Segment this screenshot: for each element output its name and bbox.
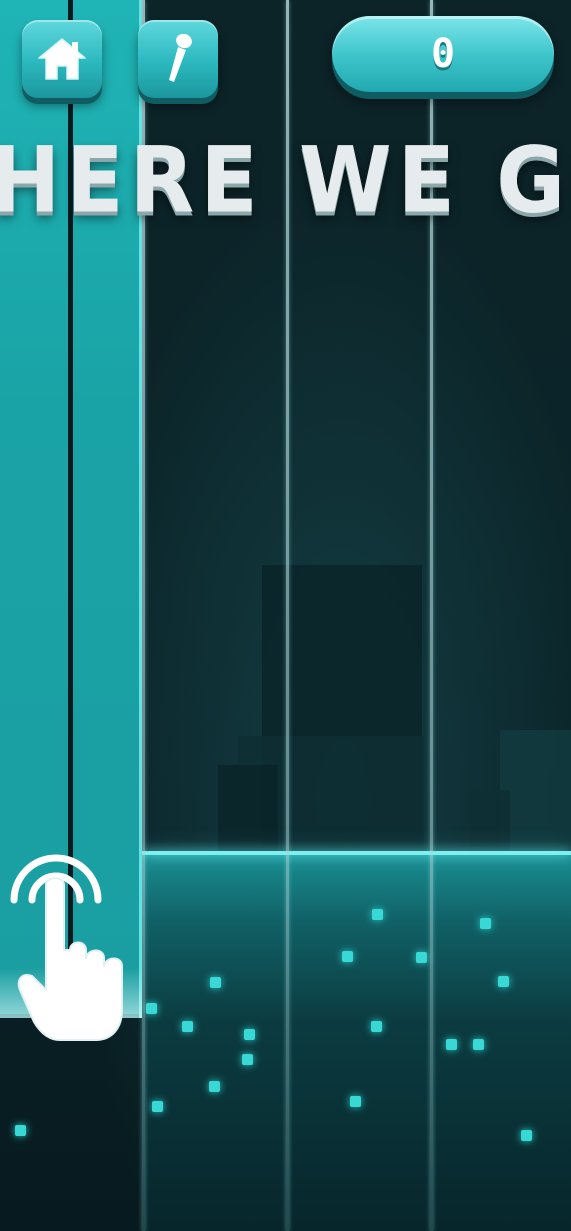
glow-particle xyxy=(244,1029,255,1040)
start-banner: HERE WE GO xyxy=(0,127,571,233)
building-silhouette xyxy=(218,765,278,857)
glow-particle xyxy=(146,1003,157,1014)
glow-particle xyxy=(371,1021,382,1032)
glow-particle xyxy=(446,1039,457,1050)
glow-particle xyxy=(498,976,509,987)
glow-particle xyxy=(209,1081,220,1092)
glow-particle xyxy=(372,909,383,920)
glow-particle xyxy=(15,1125,26,1136)
tap-hand-icon xyxy=(10,854,123,1041)
hit-zone[interactable] xyxy=(142,853,571,1231)
score-value: 0 xyxy=(430,31,456,77)
microphone-button[interactable] xyxy=(138,20,218,98)
game-stage[interactable]: HERE WE GO 0 xyxy=(0,0,571,1231)
home-icon xyxy=(38,38,86,80)
glow-particle xyxy=(210,977,221,988)
score-display: 0 xyxy=(332,16,554,92)
microphone-icon xyxy=(169,33,192,82)
glow-particle xyxy=(152,1101,163,1112)
glow-particle xyxy=(182,1021,193,1032)
glow-particle xyxy=(416,952,427,963)
glow-particle xyxy=(342,951,353,962)
hit-line xyxy=(142,851,571,855)
glow-particle xyxy=(521,1130,532,1141)
building-silhouette xyxy=(470,790,510,855)
glow-particle xyxy=(480,918,491,929)
glow-particle xyxy=(350,1096,361,1107)
glow-particle xyxy=(473,1039,484,1050)
building-silhouette xyxy=(500,730,571,855)
glow-particle xyxy=(242,1054,253,1065)
home-button[interactable] xyxy=(22,20,102,98)
